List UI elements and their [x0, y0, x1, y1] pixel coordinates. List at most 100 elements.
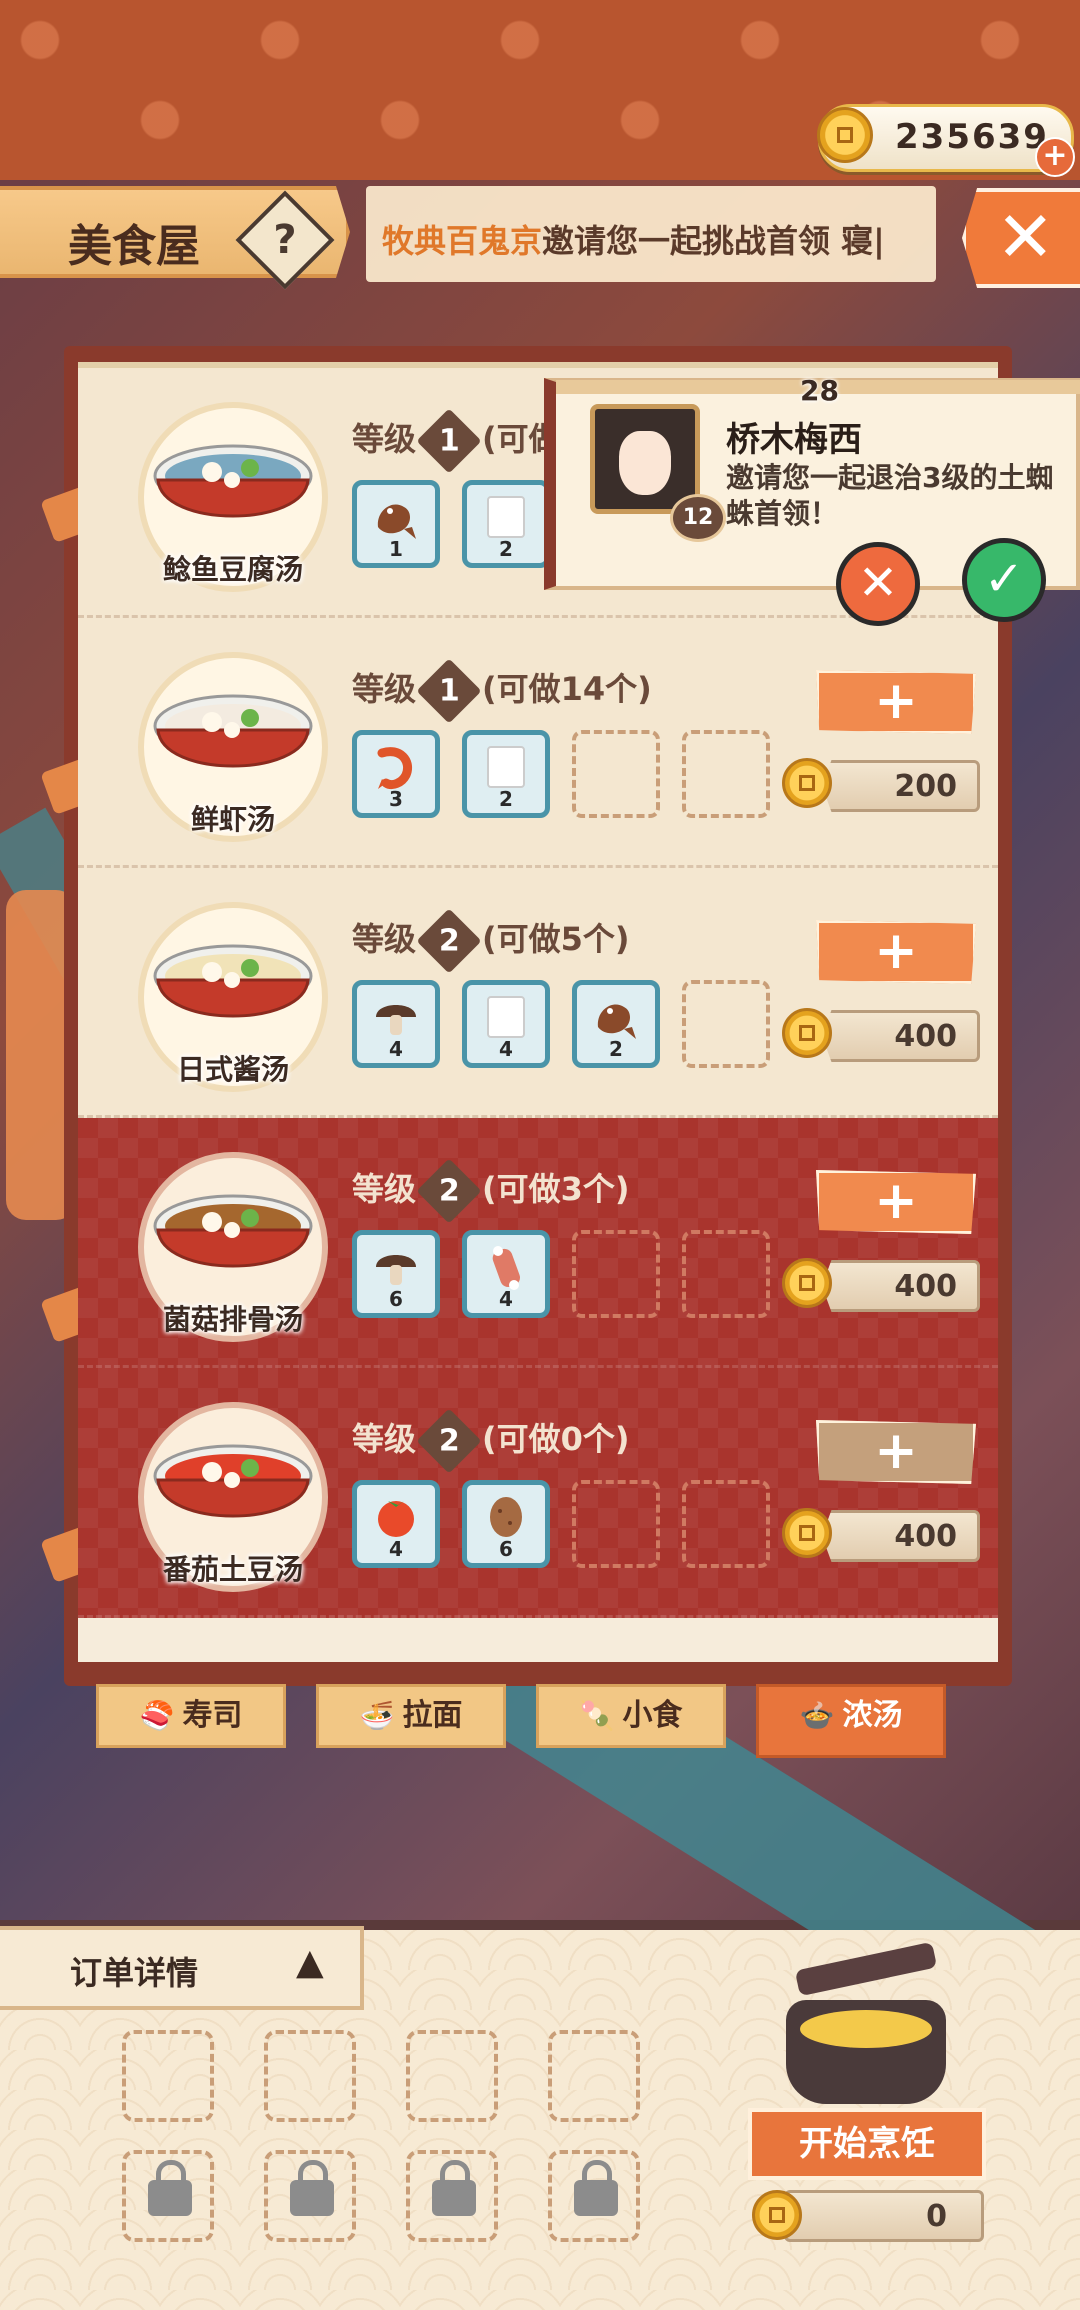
decline-invite-button[interactable]: ✕: [836, 542, 920, 626]
ingredient-slot[interactable]: 2: [462, 730, 550, 818]
ingredient-quantity: 3: [389, 787, 403, 811]
tab-sushi[interactable]: 🍣 寿司: [96, 1684, 286, 1748]
ingredient-slot[interactable]: 2: [462, 480, 550, 568]
cooking-cost-value: 0: [926, 2199, 947, 2234]
coin-amount: 235639: [895, 117, 1049, 157]
dish-name: 鲜虾汤: [190, 803, 275, 836]
ramen-icon: 🍜: [359, 1699, 395, 1732]
start-cooking-button[interactable]: 开始烹饪: [748, 2108, 986, 2180]
order-slot[interactable]: [548, 2030, 640, 2122]
ingredient-slot[interactable]: 4: [352, 980, 440, 1068]
coin-icon: [782, 758, 832, 808]
sushi-icon: 🍣: [139, 1699, 175, 1732]
cooking-cost: 0: [784, 2190, 984, 2242]
coin-icon: [752, 2190, 802, 2240]
order-slot[interactable]: [264, 2030, 356, 2122]
level-label: 等级: [352, 920, 417, 958]
locked-order-slot: [264, 2150, 356, 2242]
level-label: 等级: [352, 420, 417, 458]
coin-icon: [817, 107, 873, 163]
dish-price: 400: [822, 1010, 980, 1062]
page-title: 美食屋: [68, 221, 200, 272]
ingredient-quantity: 4: [389, 1537, 403, 1561]
invite-message: 邀请您一起退治3级的土蜘蛛首领！: [726, 461, 1054, 530]
dish-level-line: 等级 2 (可做5个): [352, 908, 630, 974]
snack-icon: 🍡: [579, 1699, 615, 1732]
order-slot[interactable]: [406, 2030, 498, 2122]
dish-level-line: 等级 1 (可做: [352, 408, 561, 474]
ingredient-slot[interactable]: 6: [352, 1230, 440, 1318]
dish-row[interactable]: 鲜虾汤 等级 1 (可做14个) 3 2 +200: [78, 618, 998, 868]
ingredient-slot[interactable]: 4: [352, 1480, 440, 1568]
soup-bowl-icon: [152, 682, 314, 802]
dish-row[interactable]: 菌菇排骨汤 等级 2 (可做3个) 6 4 +400: [78, 1118, 998, 1368]
dish-price-value: 400: [894, 1019, 957, 1054]
locked-order-slot: [122, 2150, 214, 2242]
ingredient-quantity: 6: [389, 1287, 403, 1311]
order-slot[interactable]: [122, 2030, 214, 2122]
coin-icon: [782, 1508, 832, 1558]
lock-icon: [574, 2160, 618, 2216]
level-label: 等级: [352, 1170, 417, 1208]
close-button[interactable]: ✕: [962, 188, 1080, 288]
accept-invite-button[interactable]: ✓: [962, 538, 1046, 622]
order-details-label: 订单详情: [70, 1954, 199, 1992]
empty-ingredient-slot: [572, 1230, 660, 1318]
ingredient-slot[interactable]: 4: [462, 980, 550, 1068]
coin-counter: 235639 +: [817, 104, 1075, 177]
ingredient-slot[interactable]: 1: [352, 480, 440, 568]
dish-price: 200: [822, 760, 980, 812]
soup-bowl-icon: [152, 932, 314, 1052]
dish-name: 菌菇排骨汤: [162, 1303, 303, 1336]
soup-bowl-icon: [152, 1182, 314, 1302]
coin-icon: [782, 1008, 832, 1058]
add-dish-button[interactable]: +: [816, 920, 976, 984]
can-make-count: (可做14个): [482, 670, 652, 708]
add-dish-button[interactable]: +: [816, 1170, 976, 1234]
ingredient-quantity: 2: [609, 1037, 623, 1061]
ingredient-slot[interactable]: 6: [462, 1480, 550, 1568]
ingredient-quantity: 4: [499, 1287, 513, 1311]
dish-price-value: 400: [894, 1269, 957, 1304]
tab-soup[interactable]: 🍲 浓汤: [756, 1684, 946, 1758]
ingredient-slot[interactable]: 4: [462, 1230, 550, 1318]
dish-price-value: 200: [894, 769, 957, 804]
add-coins-button[interactable]: +: [1035, 137, 1075, 177]
empty-ingredient-slot: [682, 1230, 770, 1318]
inviter-name: 桥木梅西: [726, 420, 862, 460]
tab-snack[interactable]: 🍡 小食: [536, 1684, 726, 1748]
dish-price: 400: [822, 1510, 980, 1562]
coin-icon: [782, 1258, 832, 1308]
soup-bowl-icon: [152, 1432, 314, 1552]
lock-icon: [148, 2160, 192, 2216]
empty-ingredient-slot: [572, 1480, 660, 1568]
dish-name: 日式酱汤: [176, 1053, 289, 1086]
locked-order-slot: [406, 2150, 498, 2242]
level-badge: 1: [416, 658, 482, 724]
chevron-up-icon[interactable]: ▲: [296, 1942, 324, 1983]
level-label: 等级: [352, 670, 417, 708]
check-icon: ✓: [983, 551, 1025, 607]
soup-icon: 🍲: [799, 1699, 835, 1732]
ingredient-slot[interactable]: 3: [352, 730, 440, 818]
dish-level-line: 等级 1 (可做14个): [352, 658, 652, 724]
tab-ramen[interactable]: 🍜 拉面: [316, 1684, 506, 1748]
empty-ingredient-slot: [572, 730, 660, 818]
ingredient-quantity: 4: [389, 1037, 403, 1061]
soup-bowl-icon: [152, 432, 314, 552]
level-badge: 2: [416, 1408, 482, 1474]
can-make-count: (可做5个): [482, 920, 630, 958]
dish-price: 400: [822, 1260, 980, 1312]
dish-row[interactable]: 番茄土豆汤 等级 2 (可做0个) 4 6 +400: [78, 1368, 998, 1618]
add-dish-button[interactable]: +: [816, 670, 976, 734]
add-dish-button[interactable]: +: [816, 1420, 976, 1484]
ingredient-slot[interactable]: 2: [572, 980, 660, 1068]
dish-price-value: 400: [894, 1519, 957, 1554]
question-icon: ?: [273, 217, 297, 263]
level-badge: 2: [416, 908, 482, 974]
dish-level-line: 等级 2 (可做0个): [352, 1408, 630, 1474]
marquee-player-name: 牧典百鬼京: [382, 222, 543, 260]
pot-soup: [800, 2010, 932, 2048]
dish-row[interactable]: 日式酱汤 等级 2 (可做5个) 4 4 2 +400: [78, 868, 998, 1118]
empty-ingredient-slot: [682, 1480, 770, 1568]
